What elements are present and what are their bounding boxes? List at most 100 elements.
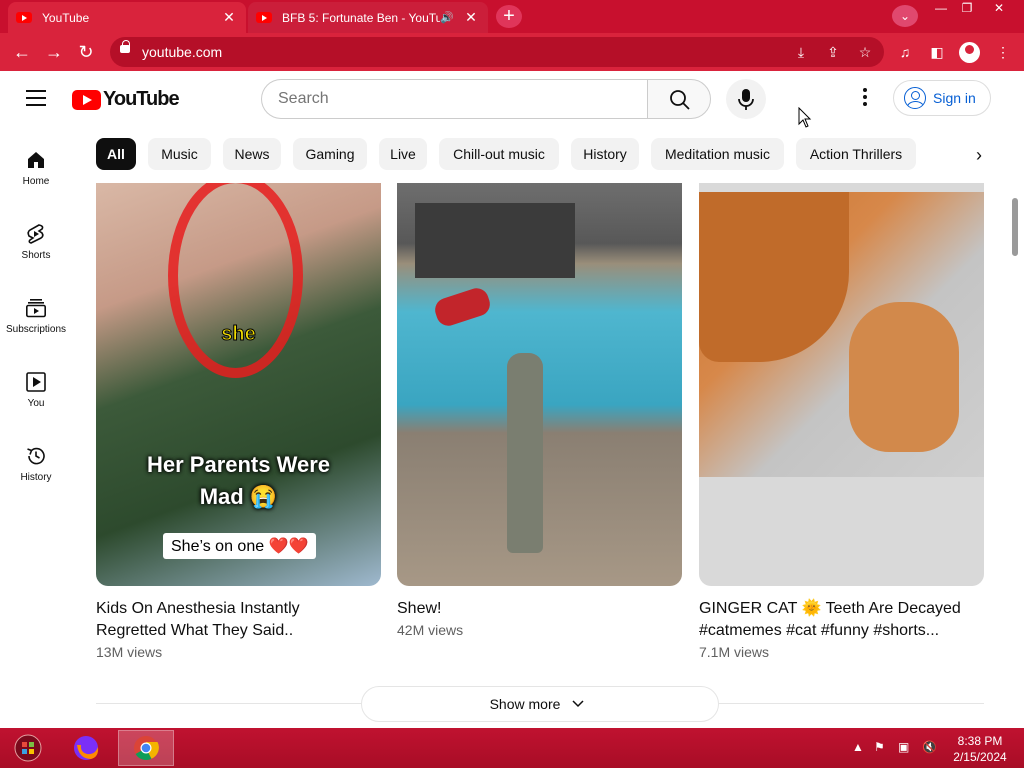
search-input[interactable] [261, 79, 648, 119]
subscriptions-icon [25, 299, 46, 318]
chip-meditation-music[interactable]: Meditation music [651, 138, 784, 170]
person-graphic [507, 353, 543, 553]
view-count: 42M views [397, 622, 464, 638]
chrome-icon [134, 736, 159, 761]
reload-icon[interactable]: ↻ [74, 40, 98, 64]
overlay-caption: she [221, 323, 256, 346]
search-icon [670, 90, 690, 110]
video-title-line: GINGER CAT 🌞 Teeth Are Decayed [699, 600, 961, 617]
chip-news[interactable]: News [223, 138, 281, 170]
side-panel-icon[interactable]: ◧ [927, 42, 947, 62]
address-bar[interactable]: youtube.com ⤓ ⇪ ☆ [110, 37, 884, 67]
thumbnail[interactable] [699, 183, 984, 586]
sign-in-button[interactable]: Sign in [893, 80, 991, 116]
search-button[interactable] [647, 79, 711, 119]
media-control-icon[interactable]: ♫ [895, 42, 915, 62]
chip-live[interactable]: Live [379, 138, 427, 170]
chrome-menu-icon[interactable]: ⋮ [993, 42, 1013, 62]
short-card-anesthesia[interactable]: she Her Parents Were Mad 😭 She’s on one … [96, 183, 381, 660]
youtube-logo[interactable]: YouTube [72, 88, 180, 111]
tab-bfb5[interactable]: BFB 5: Fortunate Ben - YouTu 🔊 ✕ [248, 2, 488, 33]
tab-title: BFB 5: Fortunate Ben - YouTu [282, 10, 441, 25]
guide-item-you[interactable]: You [0, 370, 72, 409]
chip-all[interactable]: All [96, 138, 136, 170]
chip-bar-fade [918, 136, 966, 172]
settings-kebab-icon[interactable] [855, 88, 875, 110]
home-icon [28, 152, 44, 168]
video-title[interactable]: Kids On Anesthesia Instantly Regretted W… [96, 598, 381, 642]
profile-avatar-icon[interactable] [959, 42, 980, 63]
new-tab-button[interactable]: + [496, 5, 522, 28]
short-card-shew[interactable]: Shew! 42M views [397, 183, 682, 638]
view-count: 7.1M views [699, 644, 770, 660]
start-orb-icon [14, 734, 42, 762]
video-title-line: Kids On Anesthesia Instantly [96, 600, 300, 617]
guide-item-subscriptions[interactable]: Subscriptions [0, 296, 72, 335]
cat-image [699, 192, 984, 477]
thumbnail[interactable]: she Her Parents Were Mad 😭 She’s on one … [96, 183, 381, 586]
taskbar-clock[interactable]: 8:38 PM 2/15/2024 [940, 733, 1020, 765]
forward-icon[interactable]: → [42, 40, 66, 64]
chevron-right-icon[interactable]: › [966, 142, 992, 168]
share-icon[interactable]: ⇪ [824, 43, 842, 61]
video-title-line: Shew! [397, 600, 442, 617]
guide-item-shorts[interactable]: Shorts [0, 222, 72, 261]
lock-icon [120, 40, 130, 53]
video-title-line: #catmemes #cat #funny #shorts... [699, 622, 940, 639]
youtube-favicon-icon [256, 12, 272, 23]
red-ring-graphic [168, 183, 303, 378]
view-count: 13M views [96, 644, 163, 660]
chip-music[interactable]: Music [148, 138, 211, 170]
volume-muted-icon[interactable]: 🔇 [922, 740, 937, 754]
network-icon[interactable]: ▣ [898, 740, 909, 754]
tab-title: YouTube [42, 10, 90, 25]
show-more-button[interactable]: Show more [361, 686, 719, 722]
overlay-line: She’s on one ❤️❤️ [171, 538, 309, 555]
close-tab-icon[interactable]: ✕ [220, 9, 238, 26]
taskbar-firefox[interactable] [58, 730, 114, 766]
tab-search-button[interactable]: ⌄ [892, 5, 918, 27]
back-icon[interactable]: ← [10, 40, 34, 64]
tab-youtube[interactable]: YouTube ✕ [8, 2, 246, 33]
guide-item-history[interactable]: History [0, 444, 72, 483]
child-graphic [432, 285, 493, 329]
you-icon [26, 372, 46, 392]
bookmark-star-icon[interactable]: ☆ [856, 43, 874, 61]
guide-label: You [27, 398, 45, 409]
guide-item-home[interactable]: Home [0, 148, 72, 187]
close-tab-icon[interactable]: ✕ [462, 9, 480, 26]
os-taskbar: ▲ ⚑ ▣ 🔇 8:38 PM 2/15/2024 [0, 728, 1024, 768]
url-text: youtube.com [142, 44, 223, 60]
youtube-play-icon [72, 89, 101, 110]
page-scrollbar[interactable] [1012, 198, 1018, 256]
video-title[interactable]: GINGER CAT 🌞 Teeth Are Decayed #catmemes… [699, 598, 984, 642]
overlay-sticker: She’s on one ❤️❤️ [163, 533, 317, 559]
shorts-icon [27, 224, 44, 244]
action-center-flag-icon[interactable]: ⚑ [874, 740, 885, 754]
chevron-down-icon [572, 700, 584, 708]
speaker-icon[interactable]: 🔊 [440, 11, 454, 24]
guide-label: Shorts [21, 250, 51, 261]
restore-icon[interactable]: ❐ [952, 0, 982, 18]
voice-search-button[interactable] [726, 79, 766, 119]
guide-label: Subscriptions [5, 324, 67, 335]
hamburger-menu-icon[interactable] [26, 90, 46, 106]
show-hidden-icons-icon[interactable]: ▲ [852, 740, 864, 754]
show-more-label: Show more [489, 696, 561, 712]
overlay-line: Her Parents Were [146, 452, 330, 477]
taskbar-chrome[interactable] [118, 730, 174, 766]
chip-chill-out-music[interactable]: Chill-out music [439, 138, 559, 170]
chip-gaming[interactable]: Gaming [293, 138, 367, 170]
overlay-line: Mad 😭 [199, 484, 278, 509]
start-button[interactable] [0, 730, 56, 766]
chip-history[interactable]: History [571, 138, 639, 170]
clock-time: 8:38 PM [957, 734, 1003, 748]
youtube-favicon-icon [16, 12, 32, 23]
video-title[interactable]: Shew! [397, 598, 682, 620]
window-close-icon[interactable]: ✕ [984, 0, 1014, 18]
thumbnail[interactable] [397, 183, 682, 586]
video-title-line: Regretted What They Said.. [96, 622, 294, 639]
short-card-ginger-cat[interactable]: GINGER CAT 🌞 Teeth Are Decayed #catmemes… [699, 183, 984, 660]
chip-action-thrillers[interactable]: Action Thrillers [796, 138, 916, 170]
install-icon[interactable]: ⤓ [792, 43, 810, 61]
